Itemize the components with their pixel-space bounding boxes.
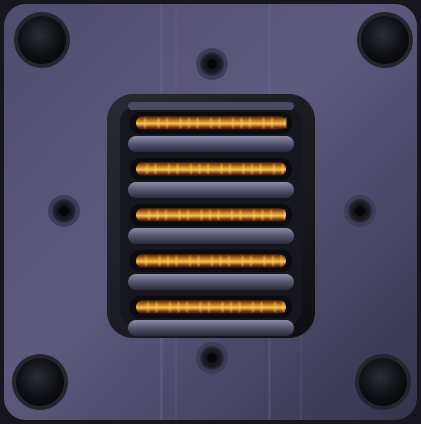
ribbon-fleck — [186, 302, 188, 312]
corner-screw-bottom-left — [12, 354, 68, 410]
grille-bar-top — [128, 102, 294, 110]
ribbon-fleck — [273, 164, 275, 174]
ribbon-fleck — [145, 256, 147, 266]
grille-bar — [128, 274, 294, 290]
ribbon-fleck — [229, 164, 231, 174]
ribbon-fleck — [155, 302, 158, 312]
ribbon-fleck — [198, 164, 201, 174]
ribbon-fleck — [284, 118, 287, 128]
ribbon-fleck — [199, 302, 202, 312]
ribbon-fleck — [210, 118, 212, 128]
grille-bar — [128, 136, 294, 152]
ribbon-fleck — [168, 164, 170, 174]
corner-screw-bottom-right — [355, 354, 411, 410]
ribbon-fleck — [228, 256, 230, 266]
ribbon-fleck — [179, 118, 182, 128]
ribbon-fleck — [242, 164, 245, 174]
ribbon-fleck — [231, 210, 233, 220]
ribbon-fleck — [178, 210, 181, 220]
ribbon-fleck — [280, 256, 283, 266]
ribbon-fleck — [252, 302, 254, 312]
ribbon-fleck — [253, 210, 255, 220]
ribbon-fleck — [283, 210, 286, 220]
mount-screw-left — [48, 195, 80, 227]
ribbon-fleck — [175, 256, 178, 266]
ribbon-fleck — [260, 302, 263, 312]
ribbon-fleck — [209, 210, 211, 220]
ribbon-fleck — [239, 210, 242, 220]
ribbon-fleck — [232, 118, 234, 128]
ribbon-fleck — [218, 118, 221, 128]
ribbon-glow — [136, 300, 286, 314]
ribbon-fleck — [166, 118, 168, 128]
grille-bar — [128, 320, 294, 336]
ribbon-fleck — [207, 164, 209, 174]
ribbon-fleck — [208, 302, 210, 312]
ribbon-fleck — [249, 118, 251, 128]
ribbon-fleck — [281, 164, 284, 174]
photo-frame — [0, 0, 421, 424]
corner-screw-top-right — [357, 12, 413, 68]
ribbon-fleck — [154, 164, 157, 174]
ribbon-fleck — [197, 256, 200, 266]
ribbon-fleck — [211, 256, 213, 266]
ribbon-fleck — [148, 210, 150, 220]
ribbon-fleck — [262, 118, 265, 128]
ribbon-fleck — [274, 302, 276, 312]
ribbon-fleck — [167, 256, 169, 266]
ribbon-fleck — [147, 302, 149, 312]
mount-screw-bottom — [196, 342, 228, 374]
ribbon-fleck — [188, 118, 190, 128]
ribbon-fleck — [221, 302, 224, 312]
ribbon-fleck — [217, 210, 220, 220]
ribbon-fleck — [156, 210, 159, 220]
ribbon-fleck — [189, 256, 191, 266]
corner-screw-top-left — [14, 12, 70, 68]
ribbon-glow — [136, 162, 286, 176]
ribbon-fleck — [219, 256, 222, 266]
ribbon-fleck — [165, 210, 167, 220]
mount-screw-top — [196, 48, 228, 80]
ribbon-fleck — [240, 118, 243, 128]
tweeter-photo — [0, 0, 421, 424]
ribbon-fleck — [169, 302, 171, 312]
ribbon-fleck — [263, 256, 266, 266]
grille-bar — [128, 182, 294, 198]
ribbon-fleck — [251, 164, 253, 174]
ribbon-fleck — [270, 210, 272, 220]
mount-screw-right — [344, 195, 376, 227]
ribbon-fleck — [250, 256, 252, 266]
ribbon-fleck — [200, 210, 203, 220]
ribbon-fleck — [190, 164, 192, 174]
ribbon-fleck — [241, 256, 244, 266]
ribbon-fleck — [158, 256, 161, 266]
ribbon-fleck — [176, 164, 179, 174]
ribbon-fleck — [177, 302, 180, 312]
ribbon-fleck — [238, 302, 241, 312]
ribbon-fleck — [271, 118, 273, 128]
grille-bar — [128, 228, 294, 244]
ribbon-fleck — [261, 210, 264, 220]
ribbon-fleck — [230, 302, 232, 312]
ribbon-fleck — [196, 118, 199, 128]
ribbon-fleck — [146, 164, 148, 174]
ribbon-fleck — [220, 164, 223, 174]
ribbon-slots — [128, 102, 294, 336]
ribbon-fleck — [187, 210, 189, 220]
ribbon-fleck — [259, 164, 262, 174]
ribbon-fleck — [282, 302, 285, 312]
ribbon-fleck — [144, 118, 146, 128]
ribbon-fleck — [157, 118, 160, 128]
ribbon-fleck — [272, 256, 274, 266]
